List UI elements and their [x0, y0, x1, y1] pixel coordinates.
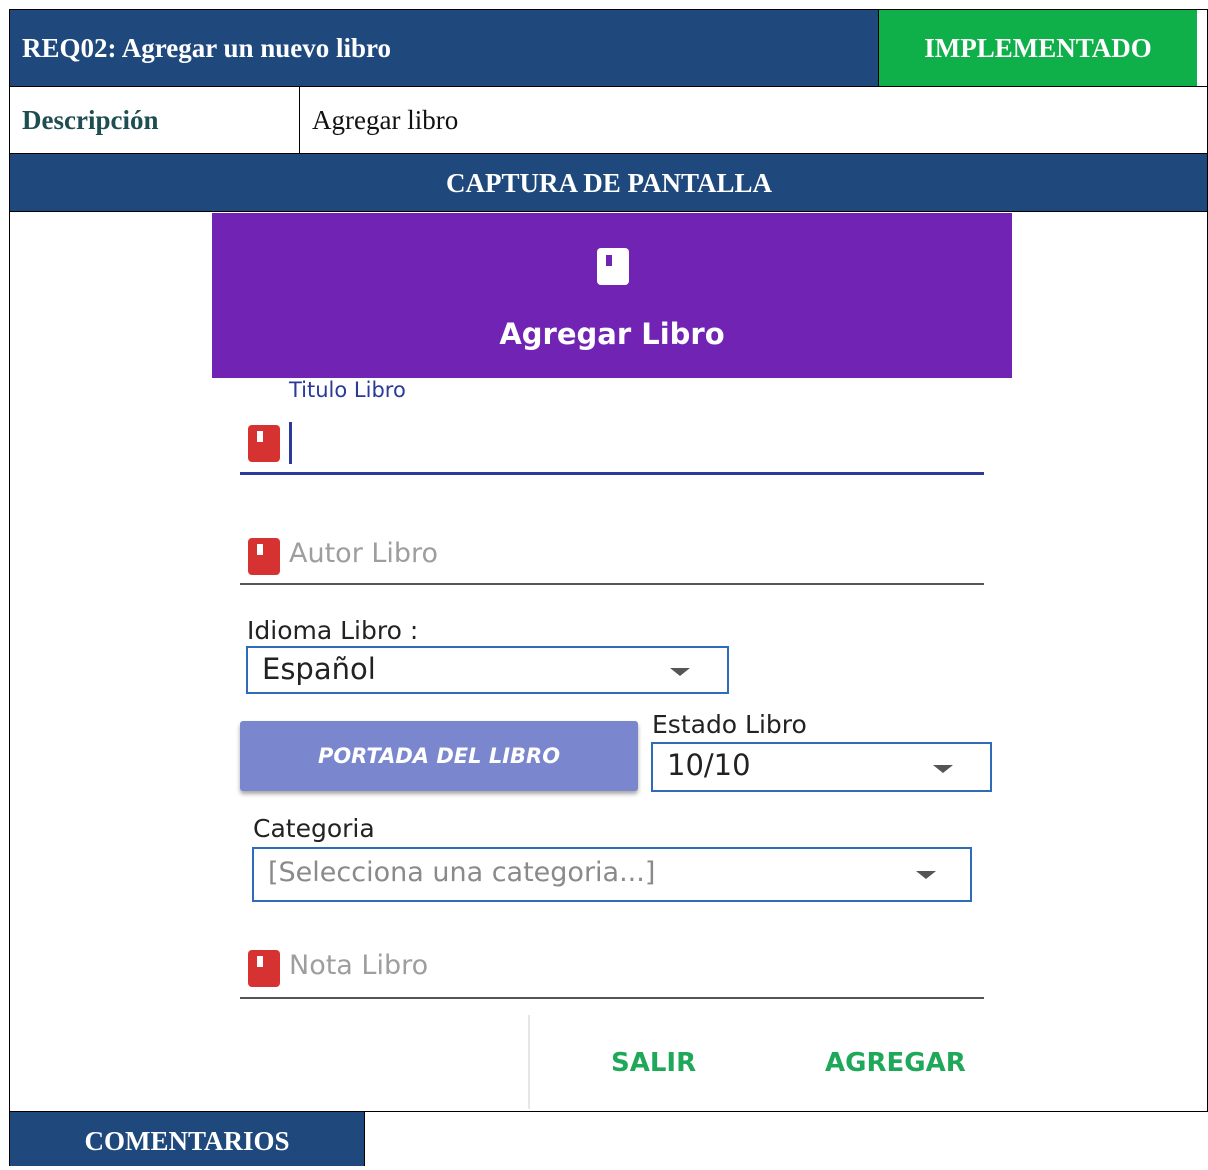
status-badge: IMPLEMENTADO	[879, 10, 1197, 86]
titulo-libro-underline	[240, 472, 984, 475]
titulo-libro-input[interactable]	[296, 421, 986, 471]
idioma-selected-value: Español	[262, 652, 376, 686]
description-value: Agregar libro	[312, 105, 459, 135]
comments-heading: COMENTARIOS	[10, 1112, 364, 1166]
autor-libro-underline	[240, 583, 984, 585]
portada-libro-button[interactable]: PORTADA DEL LIBRO	[240, 721, 638, 791]
book-icon	[248, 950, 280, 987]
book-icon	[248, 425, 280, 462]
titulo-libro-label: Titulo Libro	[289, 378, 406, 402]
actions-divider	[528, 1015, 530, 1109]
table-border	[9, 153, 1208, 154]
estado-select[interactable]: 10/10	[651, 742, 992, 792]
estado-libro-label: Estado Libro	[652, 710, 807, 739]
capture-heading: CAPTURA DE PANTALLA	[10, 154, 1208, 212]
book-icon	[248, 538, 280, 575]
table-border	[9, 9, 1208, 10]
table-border	[878, 9, 879, 86]
idioma-select[interactable]: Español	[246, 646, 729, 694]
text-cursor	[289, 422, 292, 464]
chevron-down-icon	[670, 668, 690, 676]
nota-libro-underline	[240, 997, 984, 999]
app-header: Agregar Libro	[212, 213, 1012, 378]
description-label: Descripción	[22, 105, 159, 135]
table-border	[9, 86, 1208, 87]
salir-button[interactable]: SALIR	[611, 1048, 696, 1078]
table-border	[9, 211, 1208, 212]
idioma-libro-label: Idioma Libro :	[247, 616, 419, 645]
table-border	[9, 9, 10, 1166]
nota-libro-input[interactable]: Nota Libro	[289, 950, 428, 981]
app-screenshot: Agregar Libro Titulo Libro Autor Libro I…	[212, 213, 1012, 1109]
book-icon	[597, 248, 629, 285]
table-border	[364, 1111, 365, 1166]
table-border	[299, 86, 300, 154]
estado-selected-value: 10/10	[667, 748, 751, 782]
chevron-down-icon	[933, 765, 953, 773]
requirement-title: REQ02: Agregar un nuevo libro	[10, 10, 879, 86]
agregar-button[interactable]: AGREGAR	[825, 1048, 966, 1078]
requirement-document: REQ02: Agregar un nuevo libro IMPLEMENTA…	[0, 0, 1208, 1166]
categoria-select[interactable]: [Selecciona una categoria...]	[252, 847, 972, 902]
categoria-label: Categoria	[253, 814, 375, 843]
app-title: Agregar Libro	[499, 317, 725, 351]
categoria-placeholder: [Selecciona una categoria...]	[268, 857, 656, 888]
chevron-down-icon	[916, 871, 936, 879]
table-border	[9, 1111, 1208, 1112]
autor-libro-input[interactable]: Autor Libro	[289, 538, 438, 569]
